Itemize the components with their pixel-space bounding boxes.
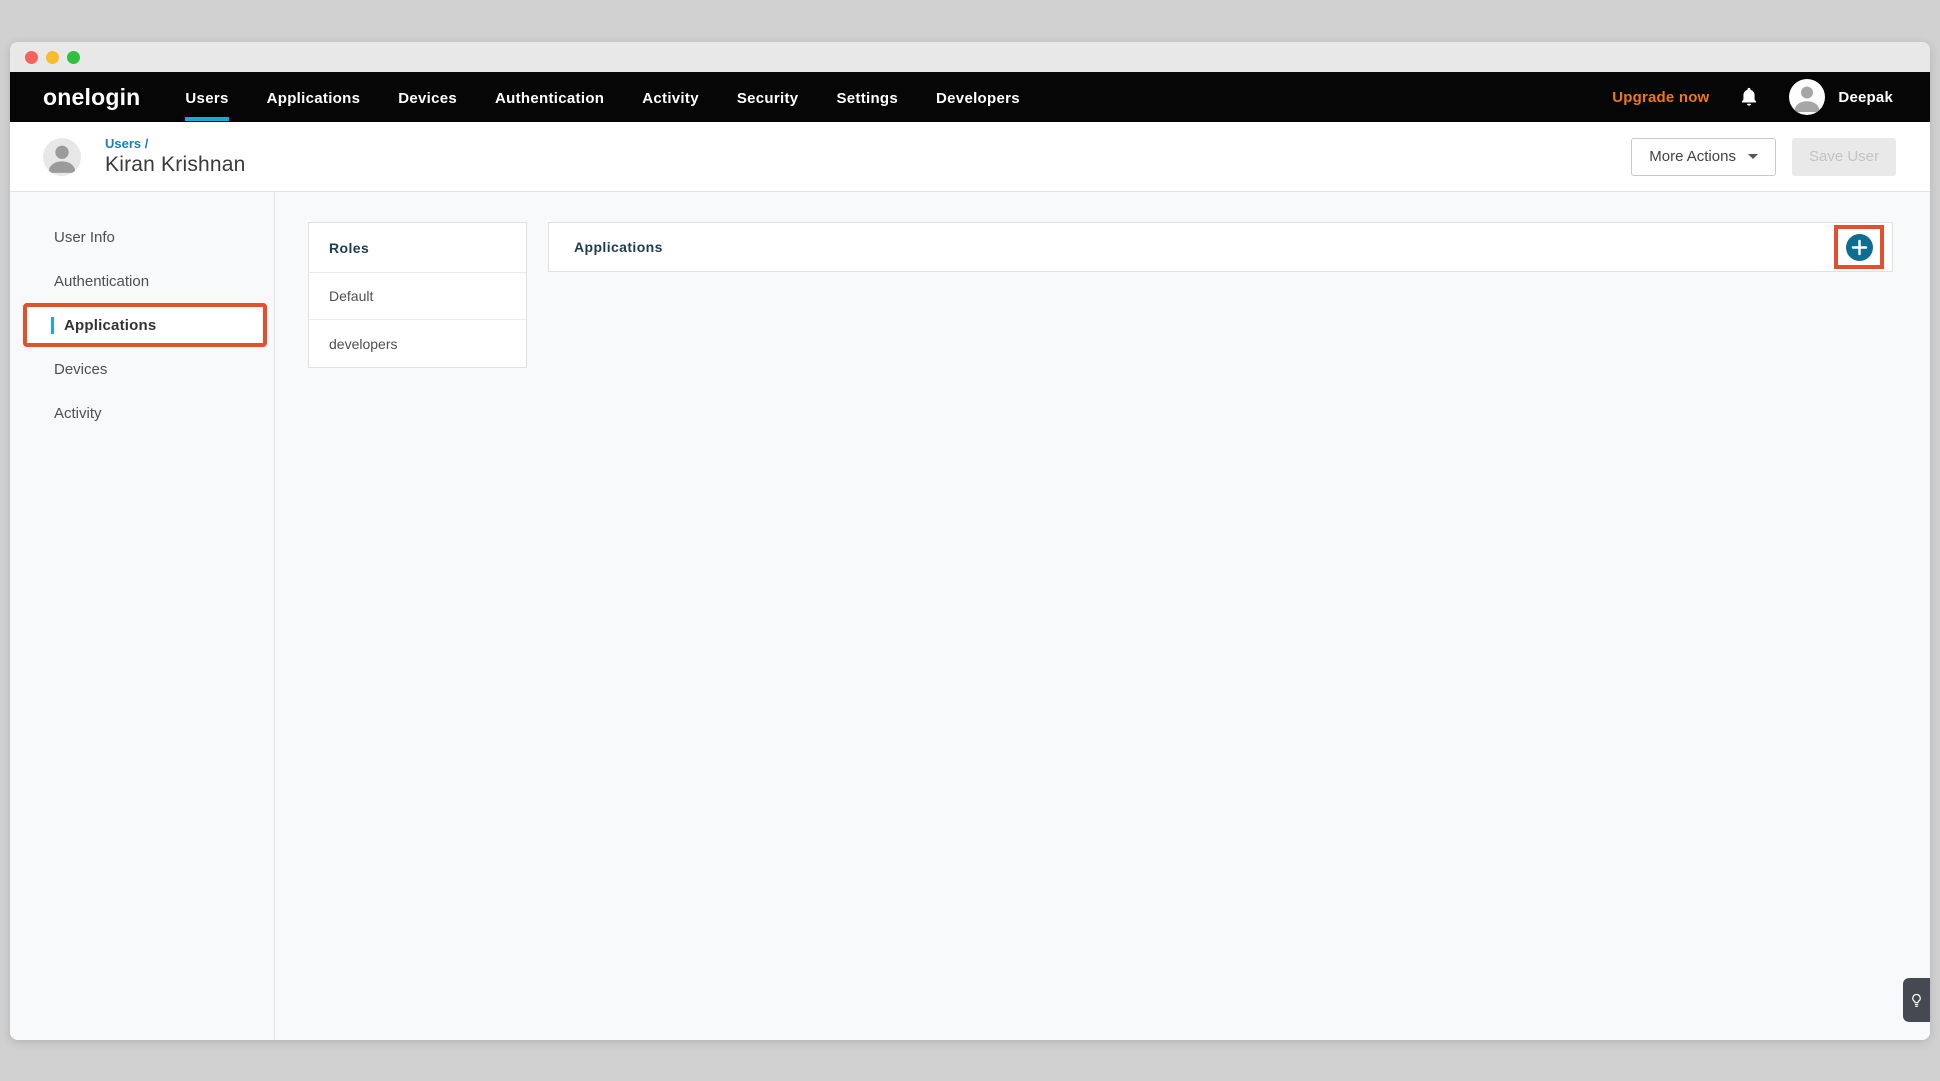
more-actions-button[interactable]: More Actions [1631, 138, 1776, 176]
add-application-button[interactable] [1846, 234, 1873, 261]
chevron-down-icon [1748, 154, 1758, 159]
nav-item-applications[interactable]: Applications [248, 72, 380, 122]
profile-avatar [43, 138, 81, 176]
main-nav: Users Applications Devices Authenticatio… [166, 72, 1038, 122]
account-menu[interactable]: Deepak [1789, 79, 1893, 115]
nav-item-settings[interactable]: Settings [817, 72, 917, 122]
roles-panel: Roles Default developers [308, 222, 527, 368]
role-row-developers[interactable]: developers [309, 320, 526, 367]
nav-item-devices[interactable]: Devices [379, 72, 476, 122]
account-name: Deepak [1838, 89, 1893, 106]
annotation-highlight-box [1834, 225, 1884, 269]
role-row-default[interactable]: Default [309, 273, 526, 320]
user-sidebar: User Info Authentication Applications De… [10, 192, 275, 1040]
window-titlebar [10, 42, 1930, 72]
help-hints-tab[interactable] [1903, 978, 1930, 1022]
nav-item-authentication[interactable]: Authentication [476, 72, 623, 122]
maximize-window-icon[interactable] [67, 51, 80, 64]
app-window: onelogin Users Applications Devices Auth… [10, 42, 1930, 1040]
plus-icon [1846, 234, 1873, 261]
top-navbar: onelogin Users Applications Devices Auth… [10, 72, 1930, 122]
user-avatar [1789, 79, 1825, 115]
page-header-text: Users / Kiran Krishnan [105, 136, 246, 177]
breadcrumb[interactable]: Users / [105, 136, 246, 151]
save-user-button[interactable]: Save User [1792, 138, 1896, 176]
onelogin-logo[interactable]: onelogin [43, 84, 140, 111]
applications-panel: Applications [548, 222, 1893, 272]
applications-panel-title: Applications [574, 239, 663, 255]
sidebar-item-authentication[interactable]: Authentication [10, 259, 274, 303]
navbar-right: Upgrade now Deepak [1612, 79, 1893, 115]
nav-item-users[interactable]: Users [166, 72, 247, 122]
minimize-window-icon[interactable] [46, 51, 59, 64]
upgrade-now-link[interactable]: Upgrade now [1612, 89, 1709, 106]
page-header: Users / Kiran Krishnan More Actions Save… [10, 122, 1930, 192]
sidebar-item-applications[interactable]: Applications [23, 303, 267, 347]
nav-item-activity[interactable]: Activity [623, 72, 718, 122]
page-title: Kiran Krishnan [105, 153, 246, 177]
content-area: User Info Authentication Applications De… [10, 192, 1930, 1040]
lightbulb-icon [1908, 992, 1925, 1009]
main-panel: Roles Default developers Applications [275, 192, 1930, 1040]
notifications-bell-icon[interactable] [1738, 86, 1760, 108]
close-window-icon[interactable] [25, 51, 38, 64]
page-header-actions: More Actions Save User [1631, 138, 1896, 176]
nav-item-security[interactable]: Security [718, 72, 818, 122]
active-indicator-bar [51, 317, 54, 334]
sidebar-item-user-info[interactable]: User Info [10, 215, 274, 259]
nav-item-developers[interactable]: Developers [917, 72, 1039, 122]
sidebar-item-activity[interactable]: Activity [10, 391, 274, 435]
roles-panel-title: Roles [309, 223, 526, 273]
sidebar-item-devices[interactable]: Devices [10, 347, 274, 391]
